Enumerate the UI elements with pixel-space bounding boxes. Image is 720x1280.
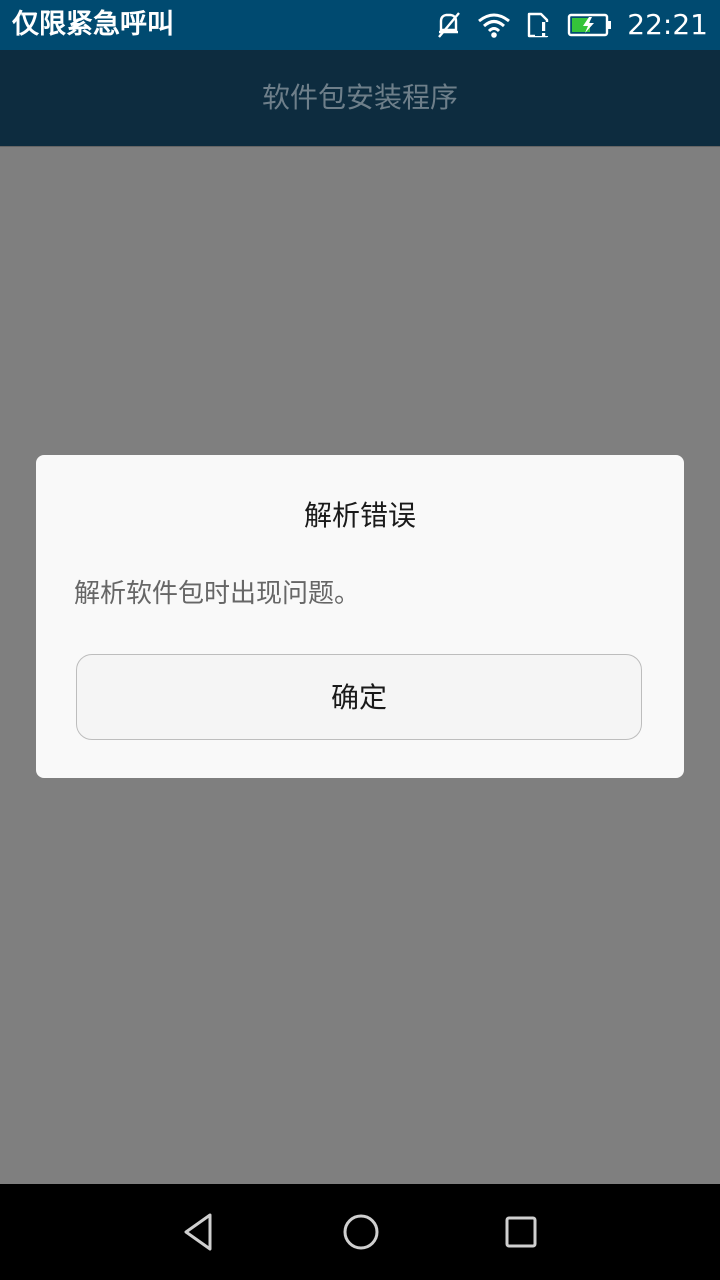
home-icon[interactable]: [337, 1208, 385, 1256]
carrier-label: 仅限紧急呼叫: [12, 9, 174, 40]
mute-icon: [435, 11, 463, 39]
dialog-message: 解析软件包时出现问题。: [74, 579, 361, 609]
battery-charging-icon: [567, 11, 613, 39]
status-bar: 仅限紧急呼叫 22:21: [0, 0, 720, 50]
dialog-title: 解析错误: [303, 499, 416, 532]
confirm-button[interactable]: 确定: [76, 654, 642, 740]
wifi-icon: [477, 11, 511, 39]
sim-alert-icon: [525, 11, 553, 39]
app-bar: 软件包安装程序: [0, 50, 720, 146]
app-title: 软件包安装程序: [261, 81, 458, 114]
status-time: 22:21: [627, 8, 708, 41]
recents-icon[interactable]: [497, 1208, 545, 1256]
navigation-bar: [0, 1184, 720, 1280]
status-icons: 22:21: [435, 0, 708, 50]
back-icon[interactable]: [176, 1208, 224, 1256]
screen: 仅限紧急呼叫 22:21 软件包安装程序 解析错误 解析软件包时出现问题。 确定: [0, 0, 720, 1280]
